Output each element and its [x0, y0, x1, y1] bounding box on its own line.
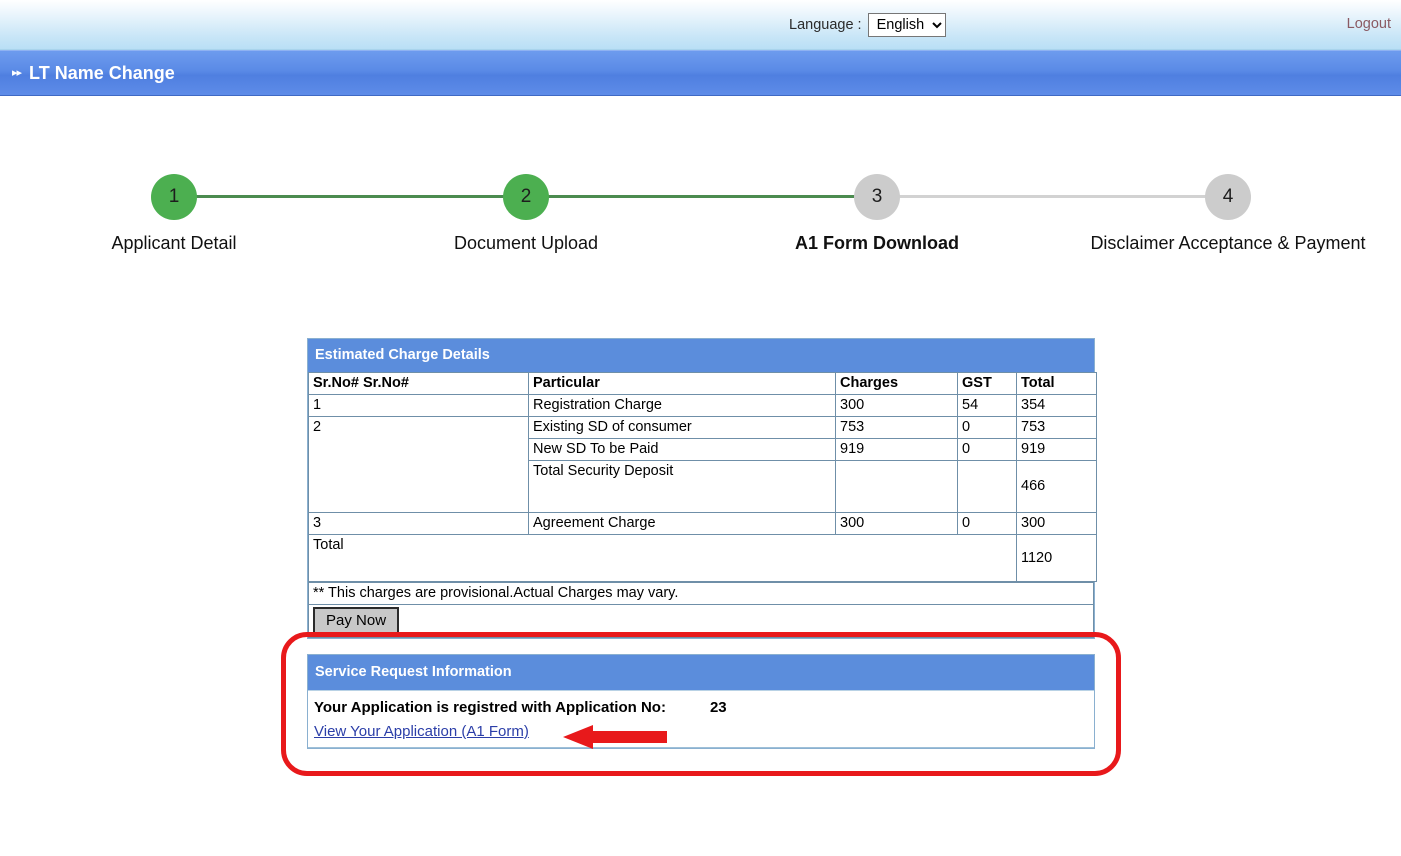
application-number-row: Your Application is registred with Appli…	[308, 691, 1094, 723]
cell-total: 753	[1016, 416, 1097, 439]
cell-gst: 0	[957, 512, 1017, 535]
cell-gst: 0	[957, 438, 1017, 461]
cell-particular: Agreement Charge	[528, 512, 836, 535]
top-utility-bar: Language : English Logout	[0, 0, 1401, 50]
logout-link[interactable]: Logout	[1347, 16, 1391, 32]
cell-gst	[957, 460, 1017, 513]
step-number-2: 2	[520, 186, 532, 207]
step-connector-3-4	[877, 195, 1228, 198]
left-arrow-icon	[563, 724, 667, 755]
cell-total-security-deposit-value: 466	[1016, 460, 1097, 513]
column-header-particular: Particular	[528, 372, 836, 395]
step-label-4: Disclaimer Acceptance & Payment	[1090, 233, 1366, 253]
step-number-1: 1	[168, 186, 180, 207]
cell-total: 919	[1016, 438, 1097, 461]
application-number-label: Your Application is registred with Appli…	[314, 699, 666, 716]
view-application-row: View Your Application (A1 Form)	[308, 723, 1094, 749]
double-chevron-right-icon: ▸▸	[12, 66, 22, 79]
grand-total-value: 1120	[1016, 534, 1097, 582]
cell-charges: 919	[835, 438, 958, 461]
stepper-step-document-upload[interactable]: 2 Document Upload	[376, 174, 676, 254]
table-row: 3 Agreement Charge 300 0 300	[308, 512, 1097, 535]
progress-stepper: 1 Applicant Detail 2 Document Upload 3 A…	[0, 174, 1401, 284]
cell-charges: 300	[835, 394, 958, 417]
step-circle-1: 1	[151, 174, 197, 220]
language-label: Language :	[789, 17, 862, 33]
table-row: 2 Existing SD of consumer 753 0 753	[308, 416, 1097, 513]
step-label-1: Applicant Detail	[111, 233, 237, 253]
cell-gst: 54	[957, 394, 1017, 417]
table-row-grand-total: Total 1120	[308, 534, 1097, 582]
cell-particular: New SD To be Paid	[528, 438, 836, 461]
column-header-charges: Charges	[835, 372, 958, 395]
charge-details-table: Sr.No# Sr.No# Particular Charges GST Tot…	[308, 372, 1097, 582]
view-application-a1-form-link[interactable]: View Your Application (A1 Form)	[314, 723, 529, 740]
charge-panel-heading: Estimated Charge Details	[308, 339, 1094, 372]
page-title: LT Name Change	[29, 62, 175, 83]
step-connector-1-2	[174, 195, 526, 198]
cell-srno-merged: 2	[308, 416, 529, 513]
estimated-charge-details-panel: Estimated Charge Details Sr.No# Sr.No# P…	[307, 338, 1097, 639]
cell-total: 300	[1016, 512, 1097, 535]
step-connector-2-3	[526, 195, 877, 198]
service-panel-body: Your Application is registred with Appli…	[308, 690, 1094, 749]
step-circle-4: 4	[1205, 174, 1251, 220]
charge-footer-table: ** This charges are provisional.Actual C…	[308, 582, 1094, 638]
cell-particular: Registration Charge	[528, 394, 836, 417]
step-number-3: 3	[871, 186, 883, 207]
cell-charges	[835, 460, 958, 513]
cell-total: 354	[1016, 394, 1097, 417]
column-header-total: Total	[1016, 372, 1097, 395]
table-header-row: Sr.No# Sr.No# Particular Charges GST Tot…	[308, 372, 1097, 395]
cell-charges: 753	[835, 416, 958, 439]
stepper-step-disclaimer-payment[interactable]: 4 Disclaimer Acceptance & Payment	[1078, 174, 1378, 254]
provisional-charges-note-row: ** This charges are provisional.Actual C…	[308, 582, 1094, 605]
service-panel-heading: Service Request Information	[308, 655, 1094, 690]
step-circle-2: 2	[503, 174, 549, 220]
cell-gst: 0	[957, 416, 1017, 439]
grand-total-label: Total	[308, 534, 1017, 582]
cell-srno: 3	[308, 512, 529, 535]
step-label-2: Document Upload	[453, 233, 599, 253]
service-request-information-panel: Service Request Information Your Applica…	[307, 654, 1095, 749]
language-select[interactable]: English	[867, 13, 946, 37]
pay-now-button[interactable]: Pay Now	[313, 607, 400, 635]
column-header-srno: Sr.No# Sr.No#	[308, 372, 529, 395]
step-label-3: A1 Form Download	[794, 233, 959, 253]
table-row: 1 Registration Charge 300 54 354	[308, 394, 1097, 417]
step-number-4: 4	[1222, 186, 1234, 207]
column-header-gst: GST	[957, 372, 1017, 395]
page-title-bar: ▸▸ LT Name Change	[0, 50, 1401, 96]
cell-charges: 300	[835, 512, 958, 535]
application-number-value: 23	[709, 699, 727, 716]
stepper-step-applicant-detail[interactable]: 1 Applicant Detail	[24, 174, 324, 254]
cell-srno: 1	[308, 394, 529, 417]
stepper-step-a1-form-download[interactable]: 3 A1 Form Download	[727, 174, 1027, 254]
provisional-charges-note: ** This charges are provisional.Actual C…	[308, 582, 1094, 605]
cell-particular: Existing SD of consumer	[528, 416, 836, 439]
cell-particular-total-security-deposit: Total Security Deposit	[528, 460, 836, 513]
step-circle-3: 3	[854, 174, 900, 220]
language-selector-group: Language : English	[789, 13, 946, 37]
